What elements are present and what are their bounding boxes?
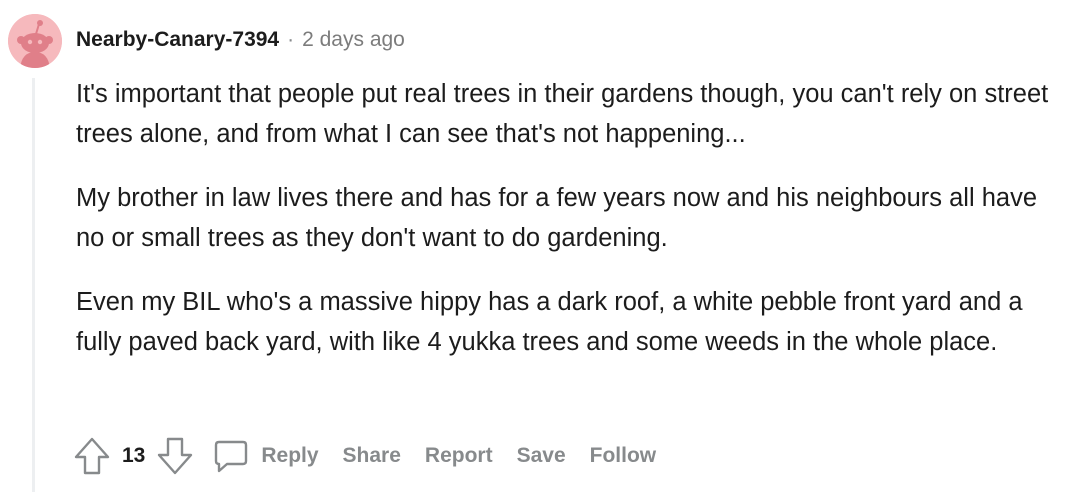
user-avatar[interactable] [8,14,62,68]
downvote-button[interactable] [155,436,195,476]
share-button[interactable]: Share [343,444,401,468]
comment-actions: 13 Reply Share Report Save Follow [72,434,680,478]
reply-button[interactable]: Reply [213,438,319,474]
snoo-avatar-icon [8,14,62,68]
report-button[interactable]: Report [425,444,493,468]
vote-score: 13 [122,444,146,467]
reply-label: Reply [261,444,319,467]
save-button[interactable]: Save [517,444,566,468]
follow-button[interactable]: Follow [590,444,657,468]
comment-paragraph: Even my BIL who's a massive hippy has a … [76,288,1023,356]
comment-body: It's important that people put real tree… [76,74,1071,386]
comment: Nearby-Canary-7394 · 2 days ago It's imp… [0,0,1080,492]
timestamp[interactable]: 2 days ago [302,28,405,52]
comment-paragraph: My brother in law lives there and has fo… [76,184,1038,252]
upvote-button[interactable] [72,436,112,476]
speech-bubble-icon [215,440,248,473]
thread-line[interactable] [32,78,35,492]
upvote-arrow-icon [74,437,110,475]
username[interactable]: Nearby-Canary-7394 [76,28,279,52]
meta-separator: · [287,28,295,51]
comment-meta: Nearby-Canary-7394 · 2 days ago [76,25,405,55]
comment-paragraph: It's important that people put real tree… [76,80,1049,148]
downvote-arrow-icon [158,437,193,475]
